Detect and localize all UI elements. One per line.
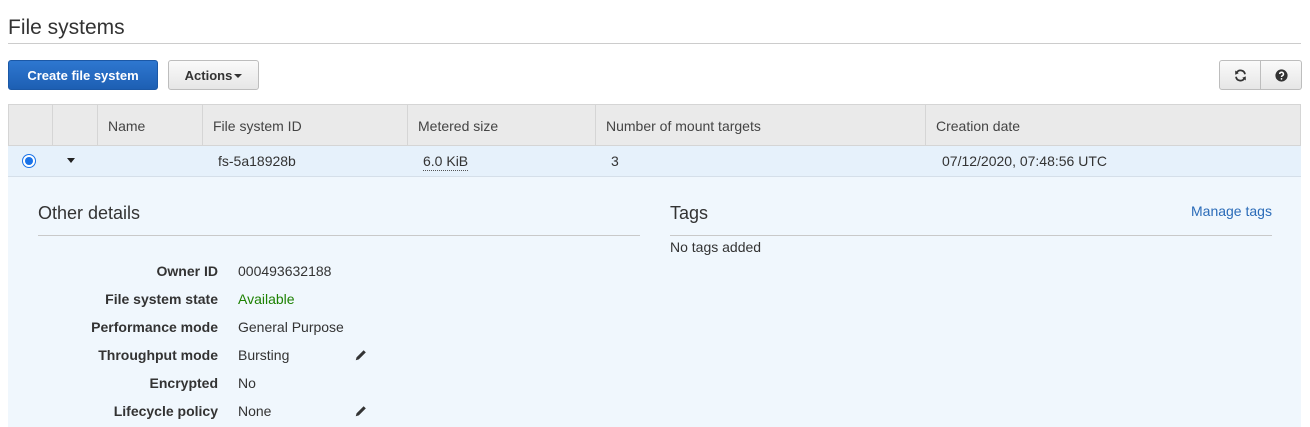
owner-id-value: 000493632188 [238,263,332,279]
file-system-state-label: File system state [105,291,218,307]
column-header-mount-targets[interactable]: Number of mount targets [596,105,926,145]
refresh-button[interactable] [1219,60,1261,90]
cell-file-system-id: fs-5a18928b [218,153,296,169]
column-header-creation-date[interactable]: Creation date [926,105,1301,145]
lifecycle-policy-value: None [238,403,272,419]
help-icon [1274,68,1288,82]
column-header-file-system-id[interactable]: File system ID [203,105,408,145]
throughput-mode-label: Throughput mode [98,347,218,363]
performance-mode-value: General Purpose [238,319,344,335]
cell-metered-size[interactable]: 6.0 KiB [423,152,469,171]
row-select-radio[interactable] [22,154,36,168]
lifecycle-policy-label: Lifecycle policy [113,403,218,419]
refresh-icon [1234,69,1246,81]
cell-creation-date: 07/12/2020, 07:48:56 UTC [942,153,1108,169]
table-row[interactable]: fs-5a18928b 6.0 KiB 3 07/12/2020, 07:48:… [8,146,1301,177]
performance-mode-label: Performance mode [91,319,218,335]
no-tags-text: No tags added [670,239,762,255]
header-select-column [8,105,53,145]
column-header-name[interactable]: Name [98,105,203,145]
tags-title: Tags [670,203,709,223]
edit-lifecycle-pencil-icon[interactable] [354,404,368,418]
owner-id-label: Owner ID [156,263,218,279]
manage-tags-link[interactable]: Manage tags [1191,203,1272,219]
create-file-system-button[interactable]: Create file system [8,60,158,90]
details-panel: Other details Owner ID 000493632188 File… [8,177,1301,427]
other-details-divider [38,235,640,236]
page-title: File systems [8,16,125,39]
file-system-state-value: Available [238,291,295,307]
encrypted-value: No [238,375,256,391]
column-header-metered-size[interactable]: Metered size [408,105,596,145]
expand-caret-icon[interactable] [67,158,75,163]
throughput-mode-value: Bursting [238,347,290,363]
edit-throughput-pencil-icon[interactable] [354,348,368,362]
header-expand-column [53,105,98,145]
table-header: Name File system ID Metered size Number … [8,104,1301,146]
actions-dropdown-button[interactable]: Actions [168,60,259,90]
help-button[interactable] [1260,60,1302,90]
encrypted-label: Encrypted [149,375,218,391]
actions-label: Actions [184,67,233,83]
tags-divider [670,235,1272,236]
chevron-down-icon [234,74,243,78]
cell-metered-size-wrap: 6.0 KiB [423,152,469,172]
file-systems-table: Name File system ID Metered size Number … [8,104,1301,177]
title-divider [8,43,1301,44]
other-details-title: Other details [38,203,141,223]
cell-mount-targets: 3 [611,153,619,169]
